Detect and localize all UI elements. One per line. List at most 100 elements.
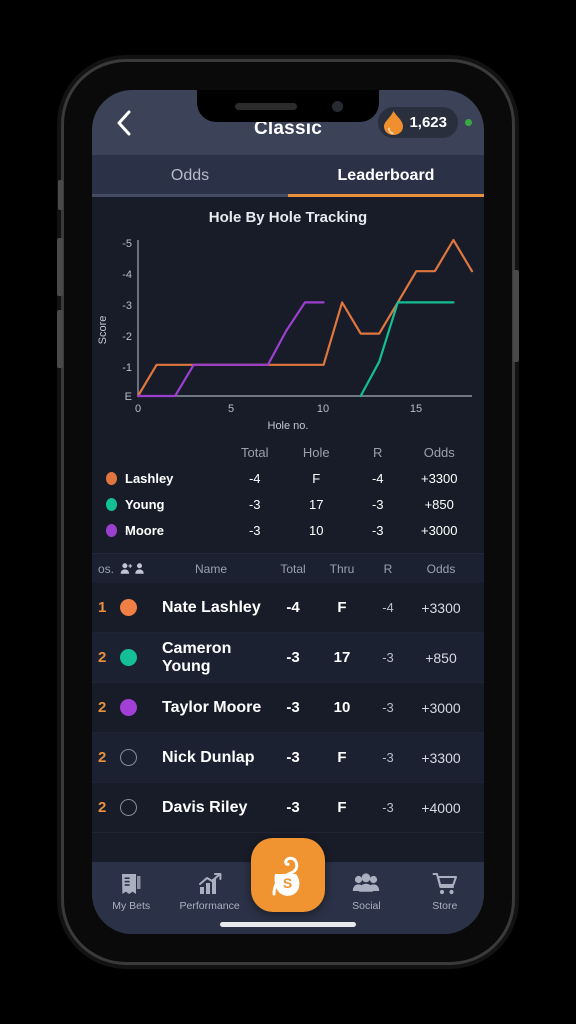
column-header-pos: os.: [98, 561, 115, 576]
chart-up-icon: [198, 873, 222, 894]
row-round: -4: [382, 600, 394, 615]
row-total: -3: [286, 699, 300, 716]
column-header-total[interactable]: Total: [268, 562, 318, 576]
table-row[interactable]: 2 Nick Dunlap -3 F -3 +3300: [92, 733, 484, 783]
legend-row: Lashley -4 F -4 +3300: [106, 465, 470, 491]
x-tick-15: 15: [410, 403, 422, 415]
tab-odds[interactable]: Odds: [92, 155, 288, 197]
legend-total: -3: [248, 522, 261, 538]
legend-color-swatch: [106, 523, 117, 537]
row-total: -3: [286, 749, 300, 766]
table-row[interactable]: 2 Cameron Young -3 17 -3 +850: [92, 633, 484, 683]
center-action-button[interactable]: S: [251, 838, 325, 912]
legend-row: Moore -3 10 -3 +3000: [106, 517, 470, 543]
legend-col-total: Total: [241, 444, 269, 460]
legend-r: -4: [371, 470, 384, 486]
row-position: 2: [98, 699, 107, 716]
row-round: -3: [382, 750, 394, 765]
row-total: -4: [286, 599, 300, 616]
x-tick-5: 5: [228, 403, 234, 415]
row-player-name: Nick Dunlap: [162, 748, 255, 766]
table-row[interactable]: 1 Nate Lashley -4 F -4 +3300: [92, 583, 484, 633]
y-tick--5: -5: [122, 238, 132, 250]
player-color-marker: [120, 599, 137, 616]
tab-bar: Odds Leaderboard: [92, 155, 484, 197]
legend-color-swatch: [106, 497, 117, 511]
nav-item-store[interactable]: Store: [406, 871, 484, 912]
column-header-r[interactable]: R: [366, 562, 410, 576]
phone-frame: Rocket Mortgage Classic 1,623 Odds: [57, 62, 519, 962]
column-header-follow[interactable]: [120, 562, 154, 575]
legend-hole: 10: [309, 522, 324, 538]
power-button[interactable]: [513, 270, 519, 362]
row-marker-cell[interactable]: [120, 749, 154, 766]
leaderboard-table-header: os. Name Total Thru R Odds: [92, 553, 484, 583]
row-odds[interactable]: +850: [410, 650, 472, 666]
legend-hole: 17: [309, 496, 324, 512]
legend-player-name-cell: Young: [106, 497, 224, 512]
row-odds[interactable]: +3000: [410, 700, 472, 716]
legend-color-swatch: [106, 471, 117, 485]
row-odds[interactable]: +4000: [410, 800, 472, 816]
tab-leaderboard[interactable]: Leaderboard: [288, 155, 484, 197]
row-marker-cell[interactable]: [120, 799, 154, 816]
player-color-marker: [120, 649, 137, 666]
token-count: 1,623: [409, 114, 447, 131]
legend-col-odds: Odds: [423, 444, 455, 460]
nav-item-social[interactable]: Social: [327, 871, 405, 912]
chart-legend: Total Hole R Odds Lashley -4 F -4 +3300 …: [92, 437, 484, 553]
legend-odds: +3000: [420, 522, 458, 538]
row-thru: F: [337, 749, 347, 766]
hole-tracking-chart-card: Hole By Hole Tracking E -1 -2 -3 -4 -5 0…: [92, 197, 484, 437]
phone-screen: Rocket Mortgage Classic 1,623 Odds: [92, 90, 484, 934]
hole-tracking-chart: E -1 -2 -3 -4 -5 0 5 10 15 Hole no. Scor…: [92, 230, 484, 435]
token-balance-badge[interactable]: 1,623: [378, 107, 458, 138]
row-marker-cell[interactable]: [120, 699, 154, 716]
legend-player-name-cell: Lashley: [106, 471, 224, 486]
player-color-marker: [120, 799, 137, 816]
row-thru: F: [337, 599, 347, 616]
legend-odds: +3300: [420, 470, 458, 486]
table-row[interactable]: 2 Davis Riley -3 F -3 +4000: [92, 783, 484, 833]
row-marker-cell[interactable]: [120, 649, 154, 666]
legend-row: Young -3 17 -3 +850: [106, 491, 470, 517]
row-odds[interactable]: +3300: [410, 600, 472, 616]
row-total: -3: [286, 799, 300, 816]
row-player-name: Davis Riley: [162, 798, 248, 816]
volume-down-button[interactable]: [57, 310, 63, 368]
shopping-cart-icon: [432, 873, 457, 895]
legend-col-hole: Hole: [302, 444, 330, 460]
legend-odds: +850: [424, 496, 454, 512]
player-color-marker: [120, 749, 137, 766]
person-add-icon: [120, 563, 133, 574]
row-position: 2: [98, 799, 107, 816]
column-header-name[interactable]: Name: [154, 562, 268, 576]
y-axis-label: Score: [97, 316, 109, 345]
chart-line-moore: [136, 301, 325, 398]
table-row[interactable]: 2 Taylor Moore -3 10 -3 +3000: [92, 683, 484, 733]
screenshot-stage: Rocket Mortgage Classic 1,623 Odds: [0, 0, 576, 1024]
legend-col-r: R: [373, 444, 383, 460]
legend-player-name-cell: Moore: [106, 523, 224, 538]
silence-switch[interactable]: [58, 180, 63, 210]
legend-header-row: Total Hole R Odds: [106, 439, 470, 465]
row-player-name: Cameron Young: [162, 639, 232, 675]
legend-player-name: Moore: [125, 522, 164, 538]
row-total: -3: [286, 649, 300, 666]
legend-player-name: Young: [125, 496, 165, 512]
nav-item-my-bets[interactable]: My Bets: [92, 871, 170, 912]
row-marker-cell[interactable]: [120, 599, 154, 616]
leaderboard-body: Hole By Hole Tracking E -1 -2 -3 -4 -5 0…: [92, 197, 484, 934]
nav-item-performance[interactable]: Performance: [170, 871, 248, 912]
column-header-odds[interactable]: Odds: [410, 562, 472, 576]
volume-up-button[interactable]: [57, 238, 63, 296]
row-round: -3: [382, 800, 394, 815]
row-thru: F: [337, 799, 347, 816]
row-odds[interactable]: +3300: [410, 750, 472, 766]
column-header-thru[interactable]: Thru: [318, 562, 366, 576]
legend-r: -3: [371, 496, 384, 512]
row-round: -3: [382, 700, 394, 715]
row-thru: 17: [333, 649, 351, 666]
x-tick-0: 0: [135, 403, 141, 415]
receipt-icon: [122, 874, 141, 894]
